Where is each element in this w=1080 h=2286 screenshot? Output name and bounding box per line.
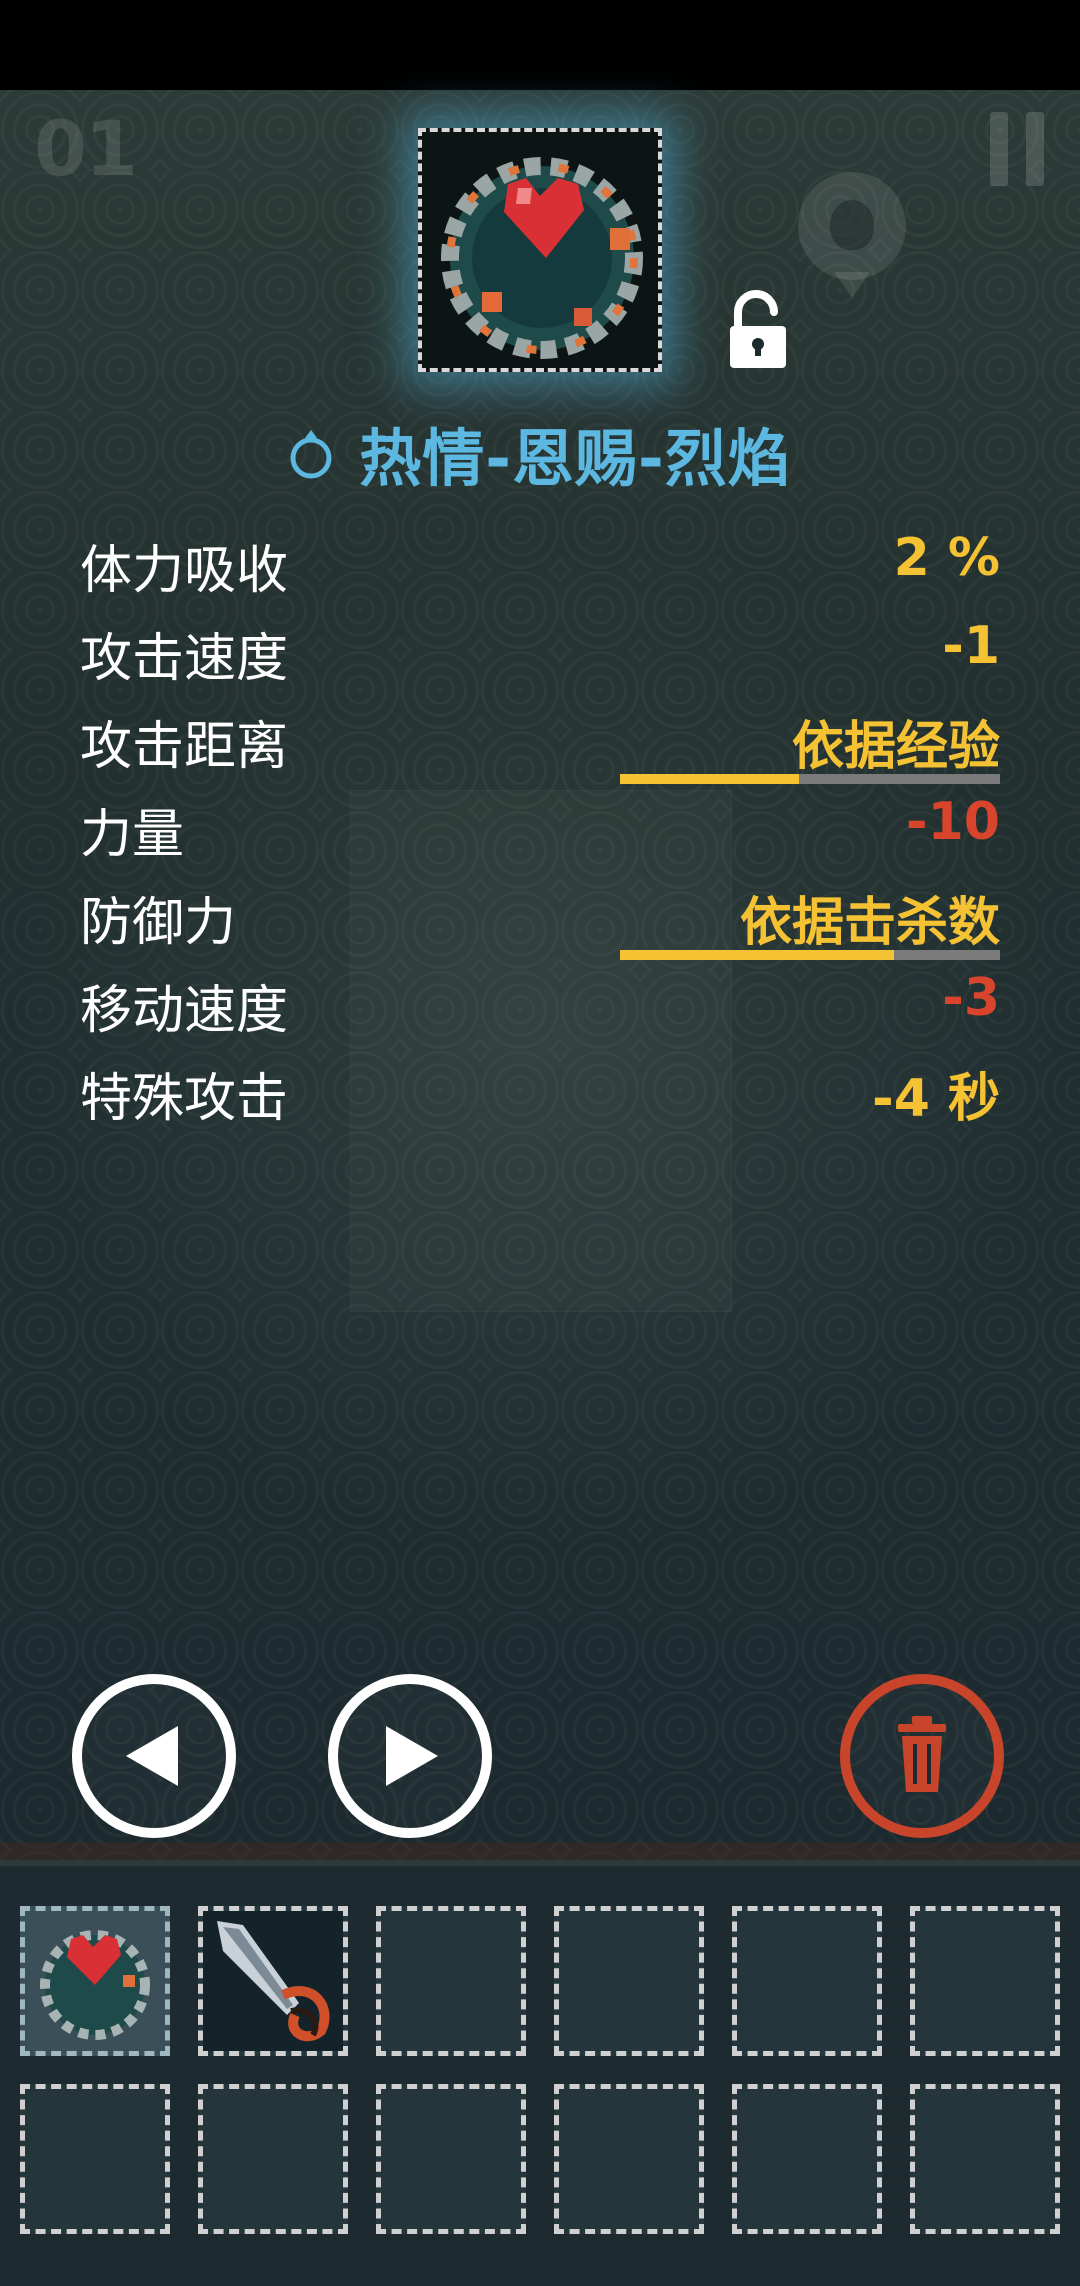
- trash-icon: [898, 1716, 946, 1792]
- stat-row-attack-range: 攻击距离 依据经验: [80, 696, 1000, 784]
- triangle-left-icon: [126, 1726, 178, 1786]
- stat-progress-fill: [620, 774, 799, 784]
- stat-label: 攻击速度: [80, 629, 289, 689]
- stat-row-strength: 力量 -10: [80, 784, 1000, 872]
- next-item-button[interactable]: [328, 1674, 492, 1838]
- delete-item-button[interactable]: [840, 1674, 1004, 1838]
- stat-label: 体力吸收: [80, 541, 289, 601]
- heart-amulet-icon: [422, 132, 658, 368]
- stat-progress-fill: [620, 950, 894, 960]
- inventory-slot[interactable]: [198, 2084, 348, 2234]
- item-stats-list: 体力吸收 2 % 攻击速度 -1 攻击距离 依据经验 力量 -10 防御力 依据…: [80, 520, 1000, 1136]
- stat-row-defense: 防御力 依据击杀数: [80, 872, 1000, 960]
- inventory-slot[interactable]: [376, 2084, 526, 2234]
- stat-value: 依据击杀数: [739, 893, 1000, 953]
- stat-value: -10: [906, 792, 1000, 852]
- status-bar: [0, 0, 1080, 90]
- stat-value: 2 %: [893, 528, 1000, 588]
- stat-row-attack-speed: 攻击速度 -1: [80, 608, 1000, 696]
- stat-row-special-attack: 特殊攻击 -4 秒: [80, 1048, 1000, 1136]
- unlocked-padlock-icon[interactable]: [726, 290, 790, 370]
- stat-row-hp-absorb: 体力吸收 2 %: [80, 520, 1000, 608]
- stat-label: 特殊攻击: [80, 1069, 289, 1129]
- stat-progress-bar: [620, 950, 1000, 960]
- stat-progress-bar: [620, 774, 1000, 784]
- blade-weapon-icon: [203, 1911, 343, 2051]
- stat-value: -3: [942, 968, 1000, 1028]
- stat-label: 力量: [80, 805, 185, 865]
- stat-row-move-speed: 移动速度 -3: [80, 960, 1000, 1048]
- inventory-slot[interactable]: [376, 1906, 526, 2056]
- previous-item-button[interactable]: [72, 1674, 236, 1838]
- inventory-panel: [0, 1842, 1080, 2286]
- inventory-slot[interactable]: [732, 2084, 882, 2234]
- wave-counter: 01: [34, 104, 138, 193]
- inventory-slot[interactable]: [910, 1906, 1060, 2056]
- item-portrait: [418, 128, 662, 372]
- heart-amulet-icon: [40, 1930, 150, 2040]
- money-bag-marker-icon: [798, 172, 906, 298]
- inventory-slot[interactable]: [554, 2084, 704, 2234]
- stat-label: 防御力: [80, 893, 237, 953]
- stat-value: 依据经验: [791, 717, 1000, 777]
- inventory-slot[interactable]: [20, 1906, 170, 2056]
- inventory-slot[interactable]: [554, 1906, 704, 2056]
- inventory-slot[interactable]: [910, 2084, 1060, 2234]
- stat-value: -4 秒: [872, 1069, 1000, 1129]
- ring-icon: [290, 430, 332, 479]
- stat-label: 攻击距离: [80, 717, 289, 777]
- inventory-slot[interactable]: [20, 2084, 170, 2234]
- inventory-slot[interactable]: [732, 1906, 882, 2056]
- inventory-slot[interactable]: [198, 1906, 348, 2056]
- stat-value: -1: [942, 616, 1000, 676]
- pause-icon[interactable]: [990, 112, 1044, 186]
- triangle-right-icon: [386, 1726, 438, 1786]
- item-name: 热情-恩赐-烈焰: [359, 422, 791, 495]
- item-title-row: 热情-恩赐-烈焰: [0, 408, 1080, 498]
- stat-label: 移动速度: [80, 981, 289, 1041]
